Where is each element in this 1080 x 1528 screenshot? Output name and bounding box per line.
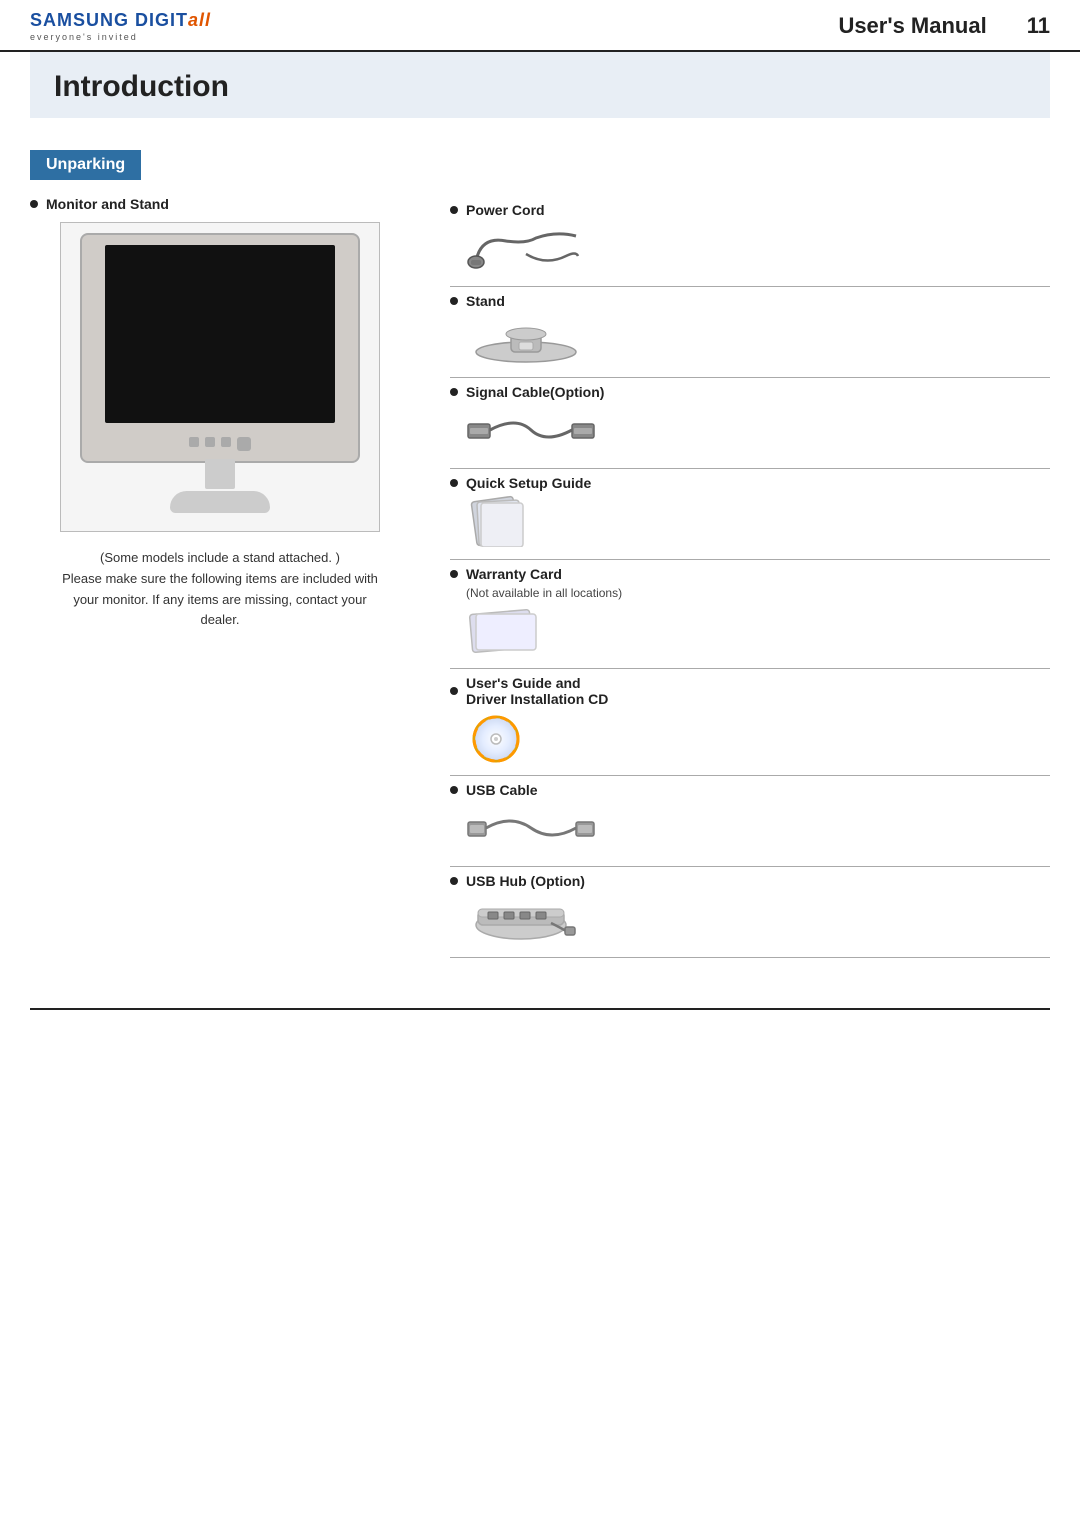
bullet-dot (30, 200, 38, 208)
item-warranty-card: Warranty Card (Not available in all loca… (450, 560, 1050, 669)
logo-tagline: everyone's invited (30, 32, 138, 42)
bullet-dot (450, 570, 458, 578)
all-text: all (188, 10, 211, 30)
usb-hub-image (466, 893, 1050, 945)
monitor-illustration (60, 222, 380, 532)
bullet-dot (450, 479, 458, 487)
cd-label: User's Guide andDriver Installation CD (466, 675, 608, 707)
signal-cable-label: Signal Cable(Option) (466, 384, 604, 400)
bullet-dot (450, 206, 458, 214)
monitor-stand-neck (205, 459, 235, 489)
page-title: Introduction (54, 70, 1026, 104)
brand-logo: SAMSUNG DIGITall (30, 10, 211, 31)
logo-area: SAMSUNG DIGITall everyone's invited (30, 10, 211, 42)
stand-image (466, 313, 1050, 365)
monitor-btn-2 (205, 437, 215, 447)
monitor-btn-4 (237, 437, 251, 451)
bullet-dot (450, 786, 458, 794)
item-power-cord: Power Cord (450, 196, 1050, 287)
left-column: Monitor and Stand (Some models inc (30, 196, 410, 631)
usb-hub-icon (466, 893, 576, 945)
monitor-stand-label: Monitor and Stand (30, 196, 410, 212)
monitor-buttons (189, 437, 251, 451)
monitor-screen (105, 245, 335, 423)
item-cd: User's Guide andDriver Installation CD (450, 669, 1050, 776)
monitor-btn-1 (189, 437, 199, 447)
quick-setup-icon (466, 495, 536, 547)
right-column: Power Cord Stand (450, 196, 1050, 958)
page-content: Introduction Unparking Monitor and Stand (0, 52, 1080, 988)
stand-icon (466, 314, 586, 364)
warranty-sublabel: (Not available in all locations) (466, 586, 1050, 600)
power-cord-icon (466, 226, 586, 271)
manual-title: User's Manual (838, 13, 986, 39)
monitor-stand-base (170, 491, 270, 513)
item-quick-setup: Quick Setup Guide (450, 469, 1050, 560)
page-number: 11 (1027, 13, 1050, 39)
item-signal-cable: Signal Cable(Option) (450, 378, 1050, 469)
cd-image (466, 711, 1050, 763)
intro-section: Introduction (30, 52, 1050, 118)
usb-cable-image (466, 802, 1050, 854)
quick-setup-image (466, 495, 1050, 547)
warranty-card-label: Warranty Card (466, 566, 562, 582)
item-stand: Stand (450, 287, 1050, 378)
usb-hub-label: USB Hub (Option) (466, 873, 585, 889)
caption-line2: Please make sure the following items are… (62, 571, 378, 586)
two-col-layout: Monitor and Stand (Some models inc (30, 196, 1050, 958)
unparking-heading: Unparking (30, 150, 141, 180)
item-usb-cable: USB Cable (450, 776, 1050, 867)
bullet-dot (450, 877, 458, 885)
signal-cable-image (466, 404, 1050, 456)
bullet-dot (450, 687, 458, 695)
power-cord-image (466, 222, 1050, 274)
monitor-btn-3 (221, 437, 231, 447)
usb-cable-icon (466, 804, 596, 852)
cd-icon (466, 711, 526, 763)
usb-cable-label: USB Cable (466, 782, 538, 798)
caption-line1: (Some models include a stand attached. ) (100, 550, 340, 565)
stand-label: Stand (466, 293, 505, 309)
bullet-dot (450, 297, 458, 305)
page-footer (30, 1008, 1050, 1010)
signal-cable-icon (466, 406, 596, 454)
caption-line3: your monitor. If any items are missing, … (73, 592, 366, 607)
power-cord-label: Power Cord (466, 202, 545, 218)
samsung-text: SAMSUNG DIGIT (30, 10, 188, 30)
item-usb-hub: USB Hub (Option) (450, 867, 1050, 958)
warranty-icon (466, 604, 546, 656)
monitor-caption: (Some models include a stand attached. )… (30, 548, 410, 631)
quick-setup-label: Quick Setup Guide (466, 475, 591, 491)
caption-line4: dealer. (200, 612, 239, 627)
monitor-stand-text: Monitor and Stand (46, 196, 169, 212)
warranty-image (466, 604, 1050, 656)
monitor-bezel (80, 233, 360, 463)
page-header: SAMSUNG DIGITall everyone's invited User… (0, 0, 1080, 52)
bullet-dot (450, 388, 458, 396)
